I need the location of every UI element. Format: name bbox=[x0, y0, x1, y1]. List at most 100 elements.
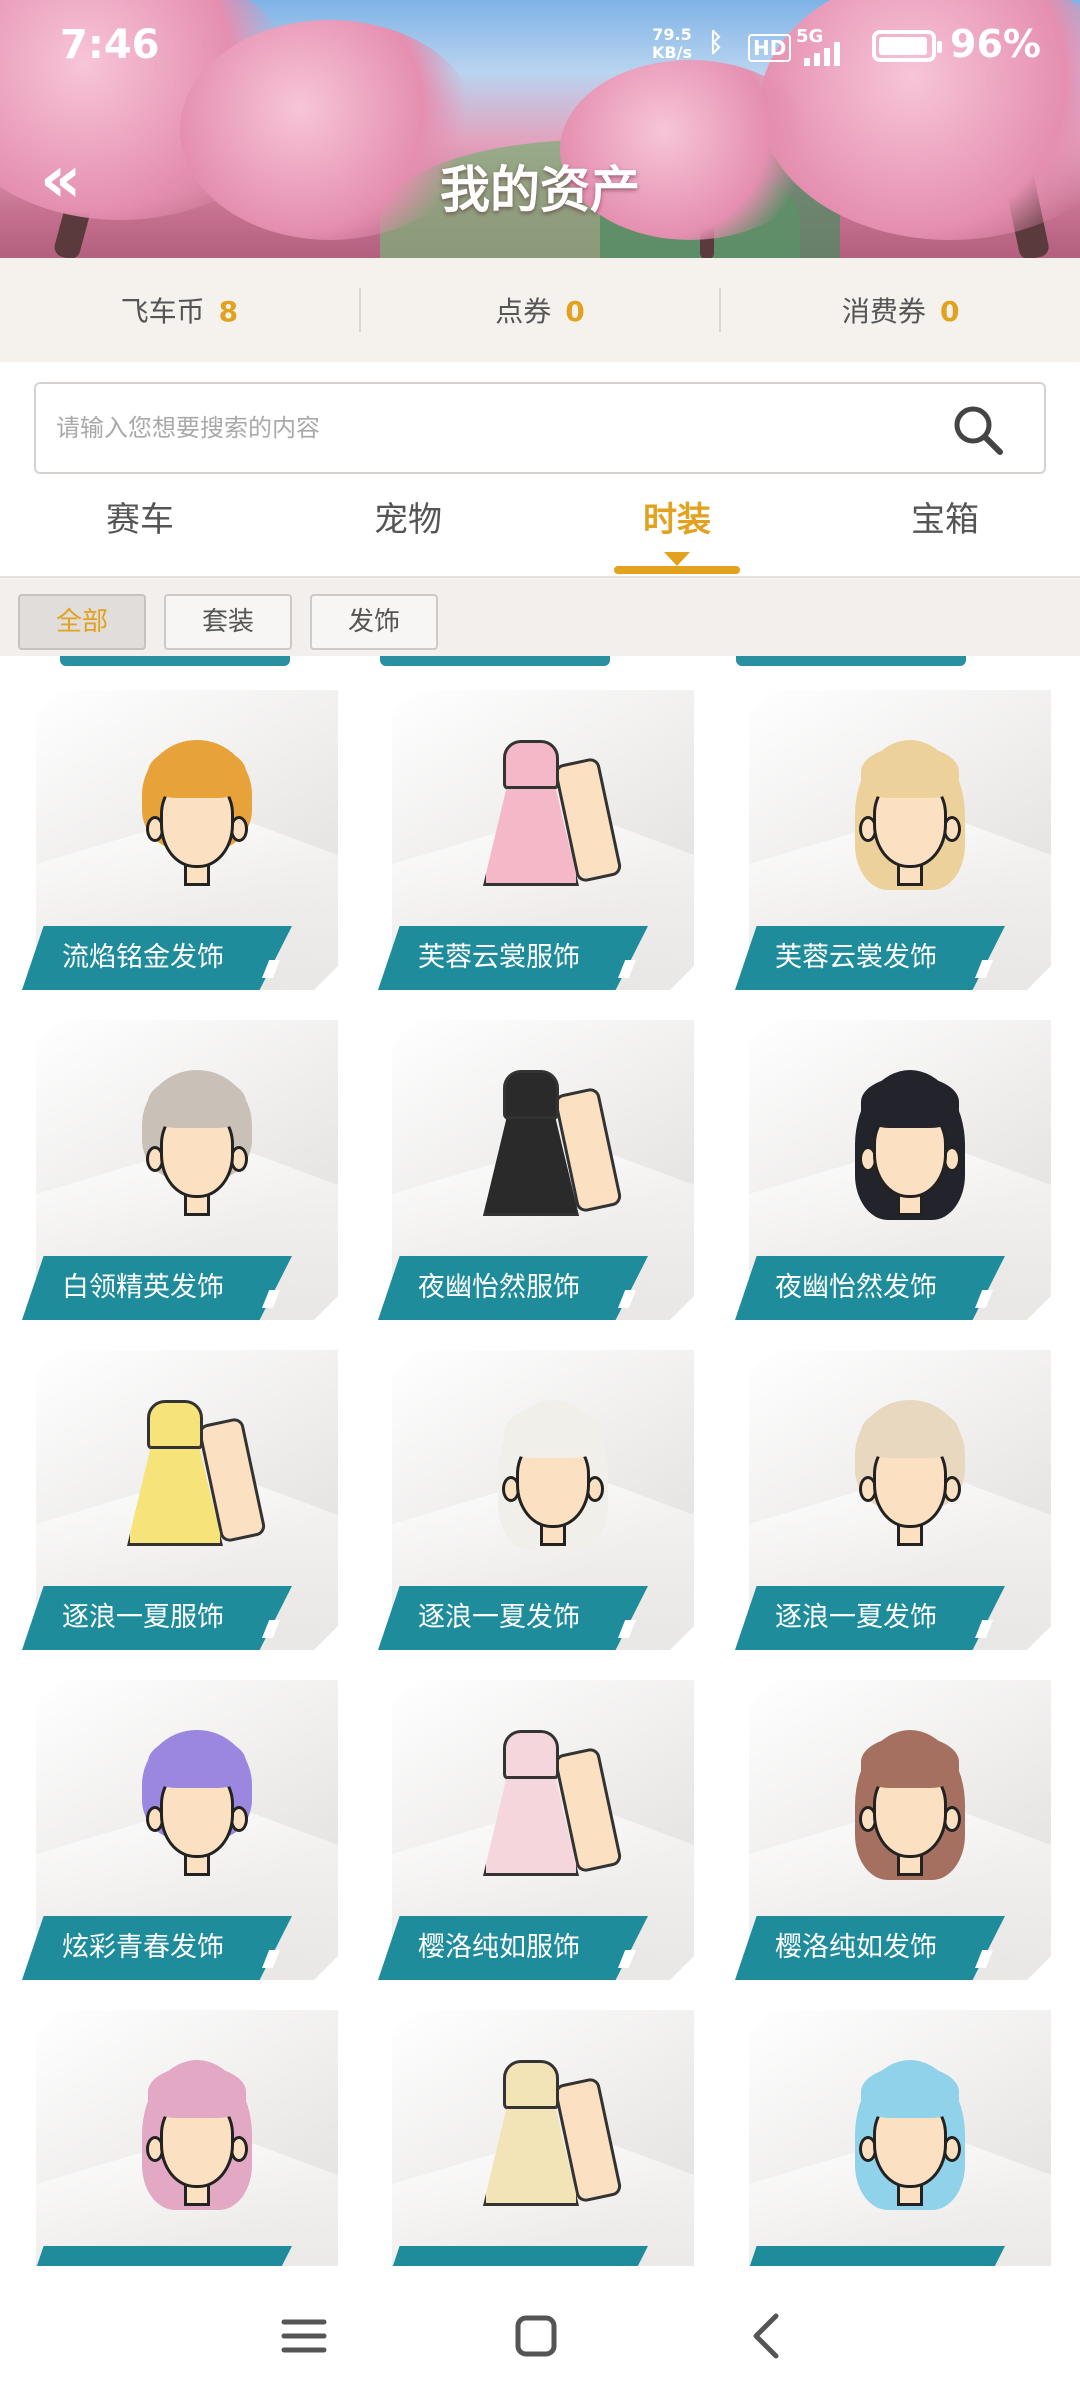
fashion-item-card[interactable]: 樱洛纯如服饰 bbox=[378, 1680, 694, 1980]
item-name-label: 炫彩青春发饰 bbox=[22, 1916, 292, 1980]
hair-fringe bbox=[861, 746, 959, 798]
currency-value: 0 bbox=[939, 295, 960, 328]
fashion-item-card[interactable]: 流焰铭金发饰 bbox=[22, 690, 338, 990]
outfit-icon bbox=[473, 1060, 623, 1240]
hair-fringe bbox=[148, 2066, 246, 2118]
item-name-label bbox=[378, 2246, 648, 2266]
hairstyle-icon bbox=[835, 1070, 985, 1230]
active-tab-indicator bbox=[614, 552, 740, 574]
battery-percent: 96% bbox=[950, 22, 1041, 66]
outfit-icon bbox=[473, 1720, 623, 1900]
card-label-peek bbox=[380, 656, 610, 666]
item-name-label: 逐浪一夏发饰 bbox=[378, 1586, 648, 1650]
category-tabs: 赛车 宠物 时装 宝箱 bbox=[0, 482, 1080, 578]
status-bar: 7:46 79.5 KB/s ᛒ HD 5G 96% bbox=[0, 0, 1080, 90]
status-time: 7:46 bbox=[60, 22, 160, 68]
search-icon[interactable] bbox=[952, 404, 1004, 456]
search-input[interactable] bbox=[56, 384, 916, 472]
fashion-item-card[interactable] bbox=[378, 2010, 694, 2266]
outfit-top bbox=[503, 1730, 559, 1780]
item-name-label: 樱洛纯如发饰 bbox=[735, 1916, 1005, 1980]
back-chevron-icon[interactable] bbox=[728, 2296, 808, 2376]
currency-item: 消费券 0 bbox=[721, 290, 1080, 330]
item-name-label: 芙蓉云裳发饰 bbox=[735, 926, 1005, 990]
item-name-label: 樱洛纯如服饰 bbox=[378, 1916, 648, 1980]
battery-icon bbox=[872, 30, 942, 62]
network-speed: 79.5 KB/s bbox=[652, 25, 692, 62]
hair-fringe bbox=[148, 746, 246, 798]
filter-sets[interactable]: 套装 bbox=[164, 594, 292, 650]
hair-fringe bbox=[861, 1736, 959, 1788]
card-label-peek bbox=[60, 656, 290, 666]
hair-fringe bbox=[861, 2066, 959, 2118]
card-label-peek bbox=[736, 656, 966, 666]
item-name-label: 流焰铭金发饰 bbox=[22, 926, 292, 990]
fashion-item-card[interactable]: 樱洛纯如发饰 bbox=[735, 1680, 1051, 1980]
filter-all[interactable]: 全部 bbox=[18, 594, 146, 650]
outfit-icon bbox=[117, 1390, 267, 1570]
fashion-item-card[interactable]: 芙蓉云裳服饰 bbox=[378, 690, 694, 990]
fashion-item-card[interactable] bbox=[735, 2010, 1051, 2266]
system-nav-bar bbox=[0, 2266, 1080, 2400]
item-name-label bbox=[22, 2246, 292, 2266]
fashion-item-card[interactable]: 夜幽怡然发饰 bbox=[735, 1020, 1051, 1320]
tab-cars[interactable]: 赛车 bbox=[40, 492, 240, 541]
hairstyle-icon bbox=[122, 2060, 272, 2220]
item-name-label: 夜幽怡然服饰 bbox=[378, 1256, 648, 1320]
outfit-top bbox=[503, 2060, 559, 2110]
fashion-item-card[interactable]: 逐浪一夏发饰 bbox=[735, 1350, 1051, 1650]
hair-fringe bbox=[504, 1406, 602, 1458]
home-square-icon[interactable] bbox=[496, 2296, 576, 2376]
hair-fringe bbox=[148, 1076, 246, 1128]
tab-fashion[interactable]: 时装 bbox=[577, 492, 777, 541]
fashion-item-card[interactable]: 夜幽怡然服饰 bbox=[378, 1020, 694, 1320]
item-name-label: 逐浪一夏发饰 bbox=[735, 1586, 1005, 1650]
hairstyle-icon bbox=[835, 1400, 985, 1560]
item-name-label: 逐浪一夏服饰 bbox=[22, 1586, 292, 1650]
search-box bbox=[34, 382, 1046, 474]
outfit-top bbox=[503, 740, 559, 790]
outfit-icon bbox=[473, 730, 623, 910]
bluetooth-icon: ᛒ bbox=[708, 28, 724, 58]
menu-icon[interactable] bbox=[264, 2296, 344, 2376]
hairstyle-icon bbox=[122, 740, 272, 900]
currency-bar: 飞车币 8 点券 0 消费券 0 bbox=[0, 258, 1080, 362]
fashion-item-card[interactable]: 逐浪一夏发饰 bbox=[378, 1350, 694, 1650]
hairstyle-icon bbox=[122, 1730, 272, 1890]
item-name-label: 芙蓉云裳服饰 bbox=[378, 926, 648, 990]
item-grid: 流焰铭金发饰 芙蓉云裳服饰 芙蓉云裳发饰 白领精英发饰 夜幽怡然服饰 夜幽怡然发饰 逐浪一夏… bbox=[0, 656, 1080, 2266]
page-title: 我的资产 bbox=[440, 161, 640, 219]
tab-pets[interactable]: 宠物 bbox=[308, 492, 508, 541]
hair-fringe bbox=[148, 1736, 246, 1788]
currency-value: 0 bbox=[565, 295, 585, 328]
tab-chests[interactable]: 宝箱 bbox=[845, 492, 1045, 541]
filter-hair[interactable]: 发饰 bbox=[310, 594, 438, 650]
hairstyle-icon bbox=[835, 1730, 985, 1890]
fashion-item-card[interactable]: 芙蓉云裳发饰 bbox=[735, 690, 1051, 990]
item-name-label bbox=[735, 2246, 1005, 2266]
currency-value: 8 bbox=[218, 295, 239, 328]
item-name-label: 白领精英发饰 bbox=[22, 1256, 292, 1320]
hairstyle-icon bbox=[478, 1400, 628, 1560]
hairstyle-icon bbox=[835, 2060, 985, 2220]
currency-label: 飞车币 bbox=[120, 295, 205, 328]
outfit-icon bbox=[473, 2050, 623, 2230]
currency-item: 飞车币 8 bbox=[0, 290, 359, 330]
currency-item: 点券 0 bbox=[361, 290, 720, 330]
hd-icon: HD bbox=[748, 34, 792, 62]
hairstyle-icon bbox=[122, 1070, 272, 1230]
fashion-item-card[interactable]: 逐浪一夏服饰 bbox=[22, 1350, 338, 1650]
hair-fringe bbox=[861, 1076, 959, 1128]
item-name-label: 夜幽怡然发饰 bbox=[735, 1256, 1005, 1320]
hair-fringe bbox=[861, 1406, 959, 1458]
outfit-top bbox=[503, 1070, 559, 1120]
filter-bar: 全部 套装 发饰 bbox=[0, 580, 1080, 656]
fashion-item-card[interactable]: 炫彩青春发饰 bbox=[22, 1680, 338, 1980]
fashion-item-card[interactable]: 白领精英发饰 bbox=[22, 1020, 338, 1320]
battery-level bbox=[879, 37, 927, 55]
signal-icon bbox=[804, 42, 840, 66]
header-banner: 7:46 79.5 KB/s ᛒ HD 5G 96% « 我的资产 bbox=[0, 0, 1080, 258]
hairstyle-icon bbox=[835, 740, 985, 900]
currency-label: 消费券 bbox=[841, 295, 926, 328]
fashion-item-card[interactable] bbox=[22, 2010, 338, 2266]
